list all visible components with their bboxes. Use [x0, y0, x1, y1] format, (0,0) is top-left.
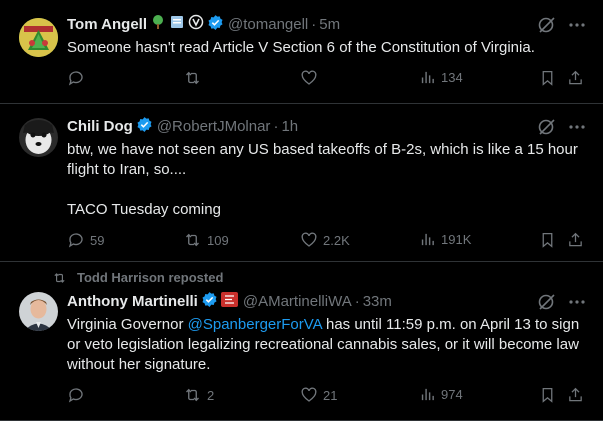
reply-icon	[68, 233, 83, 248]
tweet-top-actions	[537, 117, 586, 142]
action-bar: 134	[67, 69, 603, 89]
repost-icon	[186, 388, 199, 402]
action-bar: 2 21 974	[67, 386, 603, 406]
timestamp[interactable]: 33m	[363, 293, 392, 310]
timestamp[interactable]: 1h	[281, 118, 298, 135]
repost-icon	[186, 233, 199, 247]
reply-icon	[68, 71, 83, 86]
views-button[interactable]: 974	[419, 386, 463, 403]
tweet-text: Someone hasn't read Article V Section 6 …	[67, 39, 535, 56]
tweet-header: Chili Dog @RobertJMolnar · 1h	[67, 116, 298, 137]
more-icon[interactable]	[568, 16, 586, 39]
timestamp[interactable]: 5m	[319, 16, 340, 33]
tweet-header: Anthony Martinelli @AMartinelliWA · 33m	[67, 291, 392, 312]
share-icon	[569, 232, 582, 247]
action-bar: 59 109 2.2K 191K	[67, 231, 603, 251]
separator-dot: ·	[354, 292, 360, 310]
like-button[interactable]: 21	[300, 386, 337, 404]
bookmark-icon	[542, 387, 553, 403]
repost-count: 109	[207, 232, 229, 248]
reply-button[interactable]	[67, 386, 90, 404]
more-icon[interactable]	[568, 118, 586, 141]
like-count: 21	[323, 387, 338, 403]
views-button[interactable]: 191K	[419, 231, 471, 248]
share-icon	[569, 70, 582, 85]
verified-badge-icon	[136, 116, 153, 137]
views-count: 134	[441, 70, 463, 85]
share-button[interactable]	[567, 69, 584, 87]
author-handle[interactable]: @tomangell	[228, 16, 308, 33]
verified-badge-icon	[201, 291, 218, 312]
more-icon[interactable]	[568, 293, 586, 316]
author-handle[interactable]: @RobertJMolnar	[157, 118, 271, 135]
share-button[interactable]	[567, 231, 584, 249]
avatar[interactable]	[19, 292, 58, 331]
grok-icon[interactable]	[537, 292, 557, 317]
tree-emoji-icon	[150, 14, 166, 34]
avatar-image	[19, 292, 58, 331]
bookmark-button[interactable]	[539, 69, 556, 87]
mention-link[interactable]: @SpanbergerForVA	[188, 316, 322, 333]
bookmark-icon	[542, 232, 553, 248]
views-count: 974	[441, 387, 463, 402]
repost-icon	[186, 71, 199, 85]
grok-icon[interactable]	[537, 117, 557, 142]
share-icon	[569, 387, 582, 402]
author-name[interactable]: Anthony Martinelli	[67, 293, 198, 310]
tweet[interactable]: Todd Harrison reposted Anthony Martinell…	[0, 262, 603, 421]
verified-badge-icon	[207, 14, 224, 35]
grok-icon[interactable]	[537, 15, 557, 40]
avatar-image	[19, 118, 58, 157]
share-button[interactable]	[567, 386, 584, 404]
author-name[interactable]: Chili Dog	[67, 118, 133, 135]
circled-v-icon	[188, 14, 204, 34]
like-icon	[301, 232, 317, 247]
views-icon	[421, 233, 434, 246]
tweet[interactable]: Chili Dog @RobertJMolnar · 1h btw, we ha…	[0, 104, 603, 262]
bookmark-button[interactable]	[539, 386, 556, 404]
reposted-by-label[interactable]: Todd Harrison reposted	[77, 270, 223, 285]
repost-icon	[54, 272, 65, 283]
repost-button[interactable]	[183, 69, 207, 87]
reply-button[interactable]	[67, 69, 90, 87]
avatar-image	[19, 18, 58, 57]
avatar[interactable]	[19, 118, 58, 157]
views-button[interactable]: 134	[419, 69, 463, 86]
like-button[interactable]	[300, 69, 323, 87]
like-icon	[301, 70, 317, 85]
tweet-header: Tom Angell @tomangell · 5m	[67, 14, 340, 35]
tweet-top-actions	[537, 292, 586, 317]
tweet-text: btw, we have not seen any US based takeo…	[67, 141, 578, 218]
reply-icon	[68, 388, 83, 403]
timeline-feed: Tom Angell @tomangell · 5m Someone hasn'…	[0, 0, 603, 421]
author-handle[interactable]: @AMartinelliWA	[243, 293, 352, 310]
like-button[interactable]: 2.2K	[300, 231, 350, 249]
avatar[interactable]	[19, 18, 58, 57]
views-icon	[421, 388, 434, 401]
like-icon	[301, 387, 317, 402]
author-name[interactable]: Tom Angell	[67, 16, 147, 33]
repost-button[interactable]: 109	[183, 231, 229, 249]
tweet-top-actions	[537, 15, 586, 40]
reply-count: 59	[90, 232, 105, 248]
organization-badge-icon	[220, 291, 238, 311]
bookmark-icon	[542, 70, 553, 86]
separator-dot: ·	[311, 15, 317, 33]
repost-button[interactable]: 2	[183, 386, 214, 404]
tweet-text: Virginia Governor @SpanbergerForVA has u…	[67, 316, 580, 373]
like-count: 2.2K	[323, 232, 350, 248]
bookmark-button[interactable]	[539, 231, 556, 249]
repost-context: Todd Harrison reposted	[52, 270, 223, 285]
repost-count: 2	[207, 387, 215, 403]
views-count: 191K	[441, 232, 472, 247]
document-emoji-icon	[169, 14, 185, 34]
tweet[interactable]: Tom Angell @tomangell · 5m Someone hasn'…	[0, 0, 603, 104]
separator-dot: ·	[273, 117, 279, 135]
reply-button[interactable]: 59	[67, 231, 104, 249]
views-icon	[421, 71, 434, 84]
